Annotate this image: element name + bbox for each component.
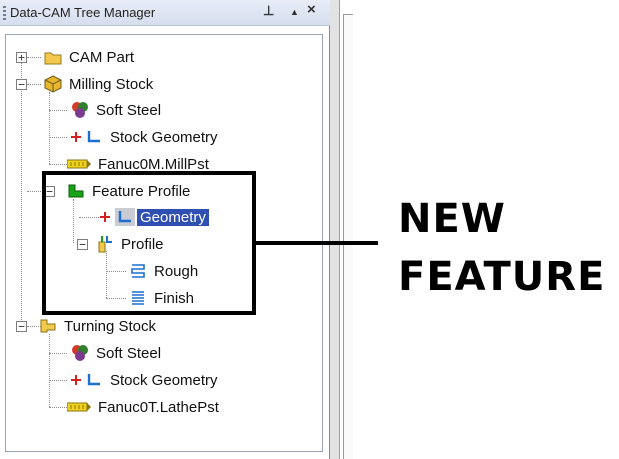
tree-item-post-processor[interactable]: Fanuc0T.LathePst [66, 396, 219, 418]
tree-item-soft-steel[interactable]: Soft Steel [70, 342, 161, 364]
panel-title-bar[interactable]: Data-CAM Tree Manager ⊥ ▲ × [0, 0, 330, 26]
tree-item-label: Stock Geometry [110, 128, 218, 146]
geometry-icon [84, 128, 104, 146]
callout-label: NEW FEATURE [398, 190, 605, 306]
expand-toggle[interactable]: + [16, 52, 27, 63]
collapse-toggle[interactable]: − [16, 321, 27, 332]
tree-connector-line [27, 84, 41, 85]
minimize-icon[interactable]: ▲ [290, 7, 299, 17]
tree-connector-line [49, 380, 67, 381]
tree-connector-line [49, 92, 50, 164]
tree-item-label: Fanuc0T.LathePst [98, 398, 219, 416]
tree-connector-line [49, 164, 67, 165]
collapse-toggle[interactable]: − [16, 79, 27, 90]
pin-icon[interactable]: ⊥ [263, 3, 274, 19]
tree-item-label: Soft Steel [96, 344, 162, 362]
tree-item-label: Milling Stock [69, 75, 154, 93]
tree-item-stock-geometry[interactable]: Stock Geometry [70, 369, 218, 391]
tree-item-cam-part[interactable]: CAM Part [43, 46, 134, 68]
marker-icon [70, 371, 82, 389]
turning-stock-icon [38, 317, 58, 335]
stock-box-icon [43, 75, 63, 93]
tree-connector-line [27, 57, 41, 58]
material-icon [70, 344, 90, 362]
tree-connector-line [49, 137, 67, 138]
panel-title: Data-CAM Tree Manager [10, 5, 156, 20]
tree-item-label: Fanuc0M.MillPst [98, 155, 209, 173]
close-icon[interactable]: × [307, 1, 316, 18]
geometry-icon [84, 371, 104, 389]
tree-connector-line [49, 334, 50, 407]
tree-connector-line [27, 191, 41, 192]
tree-item-label: Turning Stock [64, 317, 156, 335]
main-area-edge [343, 14, 353, 459]
tree-connector-line [21, 57, 22, 326]
material-icon [70, 101, 90, 119]
tree-connector-line [49, 110, 67, 111]
tree-item-soft-steel[interactable]: Soft Steel [70, 99, 161, 121]
callout-connector-line [256, 241, 378, 245]
tree-item-label: CAM Part [69, 48, 135, 66]
callout-highlight-box [42, 171, 256, 315]
drag-grip-icon[interactable] [3, 6, 6, 20]
folder-icon [43, 48, 63, 66]
tree-item-stock-geometry[interactable]: Stock Geometry [70, 126, 218, 148]
callout-line-1: NEW [398, 196, 506, 242]
tree-item-label: Soft Steel [96, 101, 162, 119]
tree-item-milling-stock[interactable]: Milling Stock [43, 73, 153, 95]
tree-item-label: Stock Geometry [110, 371, 218, 389]
tree-connector-line [49, 353, 67, 354]
tree-connector-line [49, 407, 67, 408]
panel-splitter[interactable] [330, 0, 340, 459]
marker-icon [70, 128, 82, 146]
post-processor-icon [66, 398, 92, 416]
tree-item-turning-stock[interactable]: Turning Stock [38, 315, 156, 337]
callout-line-2: FEATURE [398, 254, 606, 300]
